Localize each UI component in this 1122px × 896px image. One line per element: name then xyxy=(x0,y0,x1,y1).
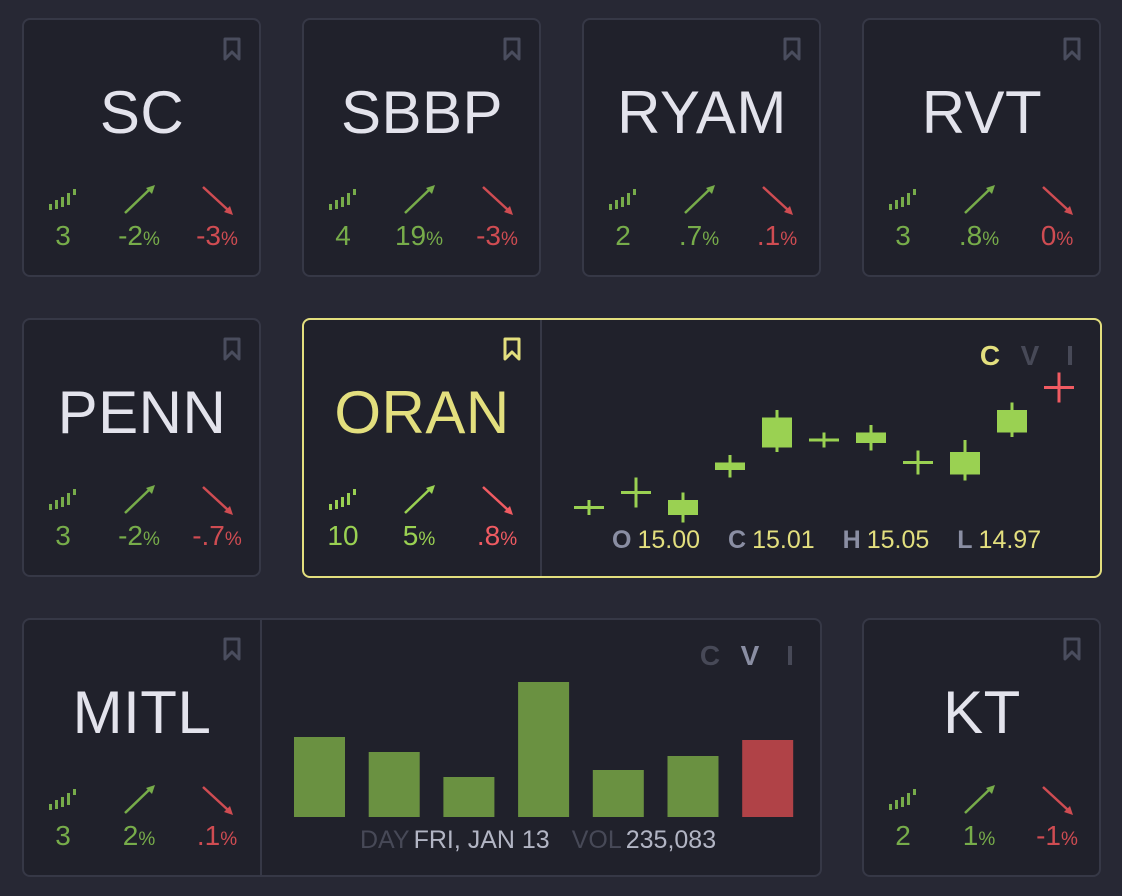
ticker-card-rvt[interactable]: RVT 3.8% 0% xyxy=(862,18,1101,277)
trend-down-arrow-icon xyxy=(1038,780,1078,820)
volume-bar xyxy=(592,770,644,817)
trend-values: 2 1% -1% xyxy=(864,820,1099,860)
trend-values: 3 -2% -3% xyxy=(24,220,259,260)
candle-body xyxy=(715,462,745,470)
trend-values: 3 -2% -.7% xyxy=(24,520,259,560)
day-label: DAY xyxy=(360,826,410,854)
volume-bar xyxy=(294,737,345,817)
bookmark-icon[interactable] xyxy=(222,36,242,62)
trend-up-arrow-icon xyxy=(400,180,440,220)
ohlc-readout: O 15.00 C 15.01 H 15.05 L 14.97 xyxy=(612,526,1041,555)
volume-bar xyxy=(667,756,719,817)
up-change: -2% xyxy=(118,220,160,251)
bookmark-icon[interactable] xyxy=(222,336,242,362)
volume-label: VOL xyxy=(571,826,622,854)
up-change: 19% xyxy=(394,220,444,251)
ticker-card-penn[interactable]: PENN 3 -2% -.7% xyxy=(22,318,261,577)
trend-down-arrow-icon xyxy=(198,480,238,520)
candle-body xyxy=(1044,386,1074,389)
volume-bar xyxy=(443,777,495,817)
low-value: 14.97 xyxy=(978,526,1042,554)
signal-bars-icon xyxy=(44,480,84,520)
signal-bars-icon xyxy=(884,780,924,820)
bookmark-icon[interactable] xyxy=(502,36,522,62)
trend-icons xyxy=(864,780,1099,820)
candle-body xyxy=(621,491,651,494)
up-change: .8% xyxy=(958,220,1000,251)
down-change: -3% xyxy=(476,220,518,251)
trend-icons xyxy=(24,480,259,520)
signal-bars-icon xyxy=(324,180,364,220)
trend-values: 4 19% -3% xyxy=(304,220,539,260)
down-change: -1% xyxy=(1036,820,1078,851)
candle-body xyxy=(903,461,933,464)
trend-icons xyxy=(584,180,819,220)
candle-body xyxy=(762,417,792,448)
candle-body xyxy=(574,506,604,509)
trend-down-arrow-icon xyxy=(198,180,238,220)
trend-values: 2.7% .1% xyxy=(584,220,819,260)
down-change: .1% xyxy=(756,220,798,251)
volume-bar xyxy=(368,752,420,817)
up-change: -2% xyxy=(118,520,160,551)
signal-bars-icon xyxy=(604,180,644,220)
volume-readout: DAY FRI, JAN 13 VOL 235,083 xyxy=(360,826,716,855)
open-value: 15.00 xyxy=(637,526,701,554)
signal-bars-icon xyxy=(44,180,84,220)
day-value: FRI, JAN 13 xyxy=(413,826,550,854)
up-change: .7% xyxy=(678,220,720,251)
trend-icons xyxy=(864,180,1099,220)
down-change: 0% xyxy=(1040,220,1074,251)
close-label: C xyxy=(728,526,747,554)
bookmark-icon[interactable] xyxy=(782,36,802,62)
candle-body xyxy=(950,452,980,475)
volume-value: 235,083 xyxy=(625,826,717,854)
candle-body xyxy=(856,432,886,443)
trend-down-arrow-icon xyxy=(478,180,518,220)
trend-down-arrow-icon xyxy=(1038,180,1078,220)
trend-values: 3.8% 0% xyxy=(864,220,1099,260)
ticker-symbol: RVT xyxy=(921,79,1043,146)
ticker-card-sbbp[interactable]: SBBP 4 19% -3% xyxy=(302,18,541,277)
trend-up-arrow-icon xyxy=(120,180,160,220)
ticker-card-oran-expanded[interactable]: ORAN 10 5% .8% CVI O 15.00 C 15.01 H 15.05 L 14.97 xyxy=(302,318,1102,578)
trend-icons xyxy=(304,180,539,220)
ticker-symbol: RYAM xyxy=(617,79,787,146)
ticker-symbol: SC xyxy=(99,79,185,146)
ticker-symbol: SBBP xyxy=(340,79,504,146)
trend-up-arrow-icon xyxy=(680,180,720,220)
ticker-symbol: PENN xyxy=(57,379,227,446)
volume-bar xyxy=(518,682,570,817)
ticker-card-kt[interactable]: KT 2 1% -1% xyxy=(862,618,1101,877)
trend-up-arrow-icon xyxy=(960,780,1000,820)
ticker-card-mitl-expanded[interactable]: MITL 3 2% .1% CVI DAY FRI, JAN 13 VOL 235,083 xyxy=(22,618,822,877)
candle-body xyxy=(809,438,839,442)
trend-down-arrow-icon xyxy=(758,180,798,220)
bookmark-icon[interactable] xyxy=(1062,36,1082,62)
signal-bars-icon xyxy=(884,180,924,220)
up-change: 1% xyxy=(962,820,996,851)
ticker-symbol: KT xyxy=(943,679,1021,746)
open-label: O xyxy=(612,526,632,554)
high-value: 15.05 xyxy=(866,526,930,554)
down-change: -.7% xyxy=(192,520,242,551)
low-label: L xyxy=(957,526,973,554)
ticker-card-ryam[interactable]: RYAM 2.7% .1% xyxy=(582,18,821,277)
trend-icons xyxy=(24,180,259,220)
ticker-card-sc[interactable]: SC 3 -2% -3% xyxy=(22,18,261,277)
candle-body xyxy=(668,500,698,515)
bookmark-icon[interactable] xyxy=(1062,636,1082,662)
trend-up-arrow-icon xyxy=(120,480,160,520)
high-label: H xyxy=(842,526,861,554)
volume-bar xyxy=(742,740,794,817)
trend-up-arrow-icon xyxy=(960,180,1000,220)
candle-body xyxy=(997,410,1027,433)
down-change: -3% xyxy=(196,220,238,251)
close-value: 15.01 xyxy=(752,526,815,554)
